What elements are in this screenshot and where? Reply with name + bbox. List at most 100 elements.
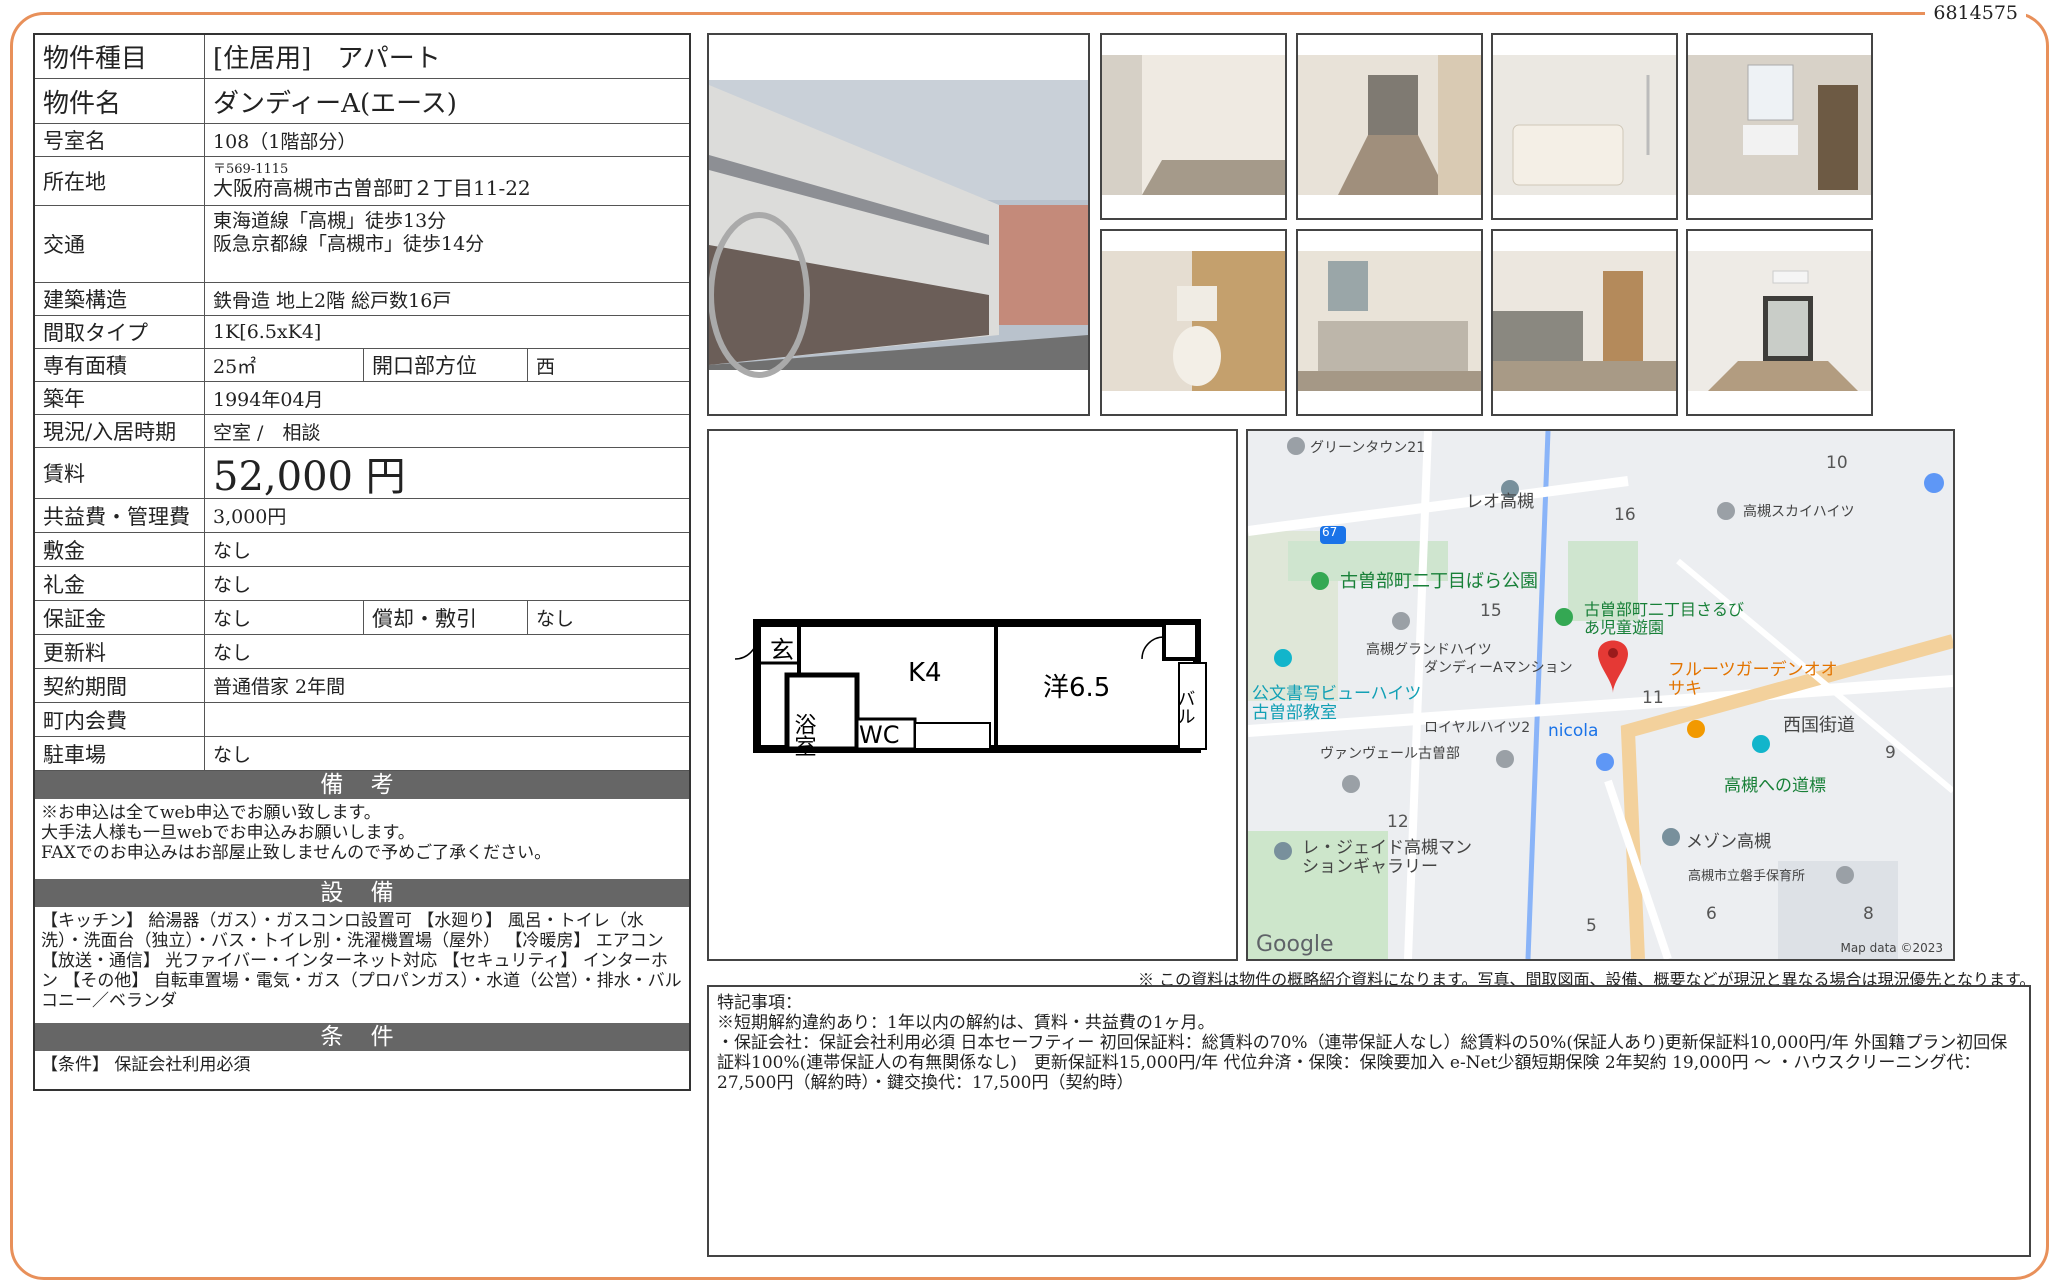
exterior-photo bbox=[707, 33, 1090, 416]
block-number-label: 12 bbox=[1387, 812, 1409, 832]
equipment-header: 設 備 bbox=[35, 879, 689, 907]
key-money-label: 礼金 bbox=[35, 567, 205, 600]
key-money-value: なし bbox=[213, 574, 252, 596]
structure-label: 建築構造 bbox=[35, 283, 205, 315]
map-place-label: 古曽部町二丁目さるびあ児童遊園 bbox=[1584, 600, 1745, 637]
remarks-line-3: FAXでのお申込みはお部屋止致しませんので予めご了承ください。 bbox=[41, 843, 552, 863]
washroom-photo bbox=[1686, 33, 1873, 220]
map-place-label: 高槻グランドハイツ bbox=[1366, 642, 1492, 658]
map-place-label: ロイヤルハイツ2 bbox=[1424, 720, 1531, 736]
type-value: [住居用] アパート bbox=[213, 44, 441, 74]
fee-value: 3,000円 bbox=[213, 506, 287, 528]
bathroom-photo bbox=[1491, 33, 1678, 220]
renewal-label: 更新料 bbox=[35, 635, 205, 668]
conditions-body: 【条件】 保証会社利用必須 bbox=[41, 1055, 251, 1075]
parking-value: なし bbox=[213, 744, 252, 766]
layout-value: 1K[6.5xK4] bbox=[213, 321, 322, 343]
traffic-line-1: 東海道線「高槻」徒歩13分 bbox=[213, 210, 447, 232]
contract-value: 普通借家 2年間 bbox=[213, 676, 346, 698]
room-value: 108（1階部分） bbox=[213, 130, 357, 153]
conditions-header: 条 件 bbox=[35, 1023, 689, 1051]
parking-label: 駐車場 bbox=[35, 737, 205, 770]
area-label: 専有面積 bbox=[35, 349, 205, 381]
equipment-body: 【キッチン】 給湯器（ガス）・ガスコンロ設置可 【水廻り】 風呂・トイレ（水洗）… bbox=[41, 911, 682, 1011]
guarantee-value: なし bbox=[213, 608, 252, 630]
facing-label: 開口部方位 bbox=[363, 349, 527, 381]
location-map[interactable]: グリーンタウン21 レオ高槻高槻スカイハイツ古曽部町二丁目ばら公園古曽部町二丁目さ… bbox=[1246, 429, 1955, 961]
remarks-body: ※お申込は全てweb申込でお願い致します。 大手法人様も一旦webでお申込みお願… bbox=[35, 799, 689, 879]
map-place-label: レオ高槻 bbox=[1466, 492, 1534, 512]
route-number-badge: 67 bbox=[1322, 525, 1338, 539]
map-place-label: レ・ジェイド高槻マンションギャラリー bbox=[1302, 838, 1472, 877]
built-label: 築年 bbox=[35, 382, 205, 414]
plan-entrance-label: 玄 bbox=[770, 636, 794, 664]
room-photo bbox=[1686, 229, 1873, 416]
special-notes: 特記事項： ※短期解約違約あり：1年以内の解約は、賃料・共益費の1ヶ月。 ・保証… bbox=[707, 985, 2031, 1257]
rent-value: 52,000 円 bbox=[213, 454, 406, 500]
map-place-label: ダンディーAマンション bbox=[1424, 660, 1573, 676]
remarks-header: 備 考 bbox=[35, 771, 689, 799]
corridor-photo bbox=[1296, 33, 1483, 220]
guarantee-label: 保証金 bbox=[35, 601, 205, 634]
map-place-label: 高槻市立磐手保育所 bbox=[1688, 869, 1806, 884]
address-label: 所在地 bbox=[35, 157, 205, 205]
name-label: 物件名 bbox=[35, 79, 205, 123]
block-number-label: 9 bbox=[1885, 743, 1896, 763]
plan-balcony-label: バル bbox=[1175, 689, 1196, 725]
postal-code: 〒569-1115 bbox=[213, 162, 289, 177]
amort-label: 償却・敷引 bbox=[363, 601, 527, 634]
block-number-label: 5 bbox=[1586, 916, 1597, 936]
deposit-value: なし bbox=[213, 540, 252, 562]
map-place-label: 高槻スカイハイツ bbox=[1743, 504, 1855, 520]
map-place-label: ヴァンヴェール古曽部 bbox=[1320, 746, 1460, 762]
area-value: 25㎡ bbox=[213, 355, 257, 378]
facing-value: 西 bbox=[527, 349, 689, 381]
kitchen-photo bbox=[1296, 229, 1483, 416]
block-number-label: 15 bbox=[1480, 601, 1502, 621]
name-value: ダンディーA(エース) bbox=[213, 88, 457, 119]
built-value: 1994年04月 bbox=[213, 388, 324, 411]
remarks-line-1: ※お申込は全てweb申込でお願い致します。 bbox=[41, 803, 381, 823]
map-place-label: フルーツガーデンオオサキ bbox=[1668, 660, 1838, 699]
status-label: 現況/入居時期 bbox=[35, 415, 205, 447]
plan-kitchen-label: K4 bbox=[908, 658, 942, 688]
traffic-line-2: 阪急京都線「高槻市」徒歩14分 bbox=[213, 233, 485, 255]
google-logo: Google bbox=[1256, 932, 1334, 957]
map-place-label: 古曽部町二丁目ばら公園 bbox=[1340, 571, 1538, 592]
plan-bath-label: 浴室 bbox=[791, 713, 817, 757]
plan-western-room-label: 洋6.5 bbox=[1043, 673, 1110, 703]
structure-value: 鉄骨造 地上2階 総戸数16戸 bbox=[213, 289, 452, 312]
renewal-value: なし bbox=[213, 642, 252, 664]
town-fee-value bbox=[205, 703, 689, 736]
map-credit: Map data ©2023 bbox=[1840, 941, 1943, 955]
special-notes-line-1: ※短期解約違約あり：1年以内の解約は、賃料・共益費の1ヶ月。 bbox=[717, 1013, 1215, 1033]
remarks-line-2: 大手法人様も一旦webでお申込みお願いします。 bbox=[41, 823, 415, 843]
type-label: 物件種目 bbox=[35, 35, 205, 78]
map-place-label: nicola bbox=[1548, 721, 1599, 741]
block-number-label: 16 bbox=[1614, 505, 1636, 525]
deposit-label: 敷金 bbox=[35, 533, 205, 566]
block-number-label: 6 bbox=[1706, 904, 1717, 924]
block-number-label: 8 bbox=[1863, 904, 1874, 924]
status-value: 空室 / 相談 bbox=[213, 421, 321, 444]
address-value: 大阪府高槻市古曽部町２丁目11-22 bbox=[213, 176, 531, 200]
toilet-photo bbox=[1100, 229, 1287, 416]
floor-plan: 玄 浴室 WC K4 洋6.5 バル bbox=[707, 429, 1238, 961]
map-place-label: グリーンタウン21 bbox=[1310, 440, 1426, 456]
map-place-label: 西国街道 bbox=[1783, 715, 1855, 736]
fee-label: 共益費・管理費 bbox=[35, 499, 205, 532]
block-number-label: 11 bbox=[1642, 688, 1664, 708]
town-fee-label: 町内会費 bbox=[35, 703, 205, 736]
map-place-label: 高槻への道標 bbox=[1724, 776, 1826, 796]
special-notes-title: 特記事項： bbox=[717, 993, 802, 1013]
hallway-photo bbox=[1100, 33, 1287, 220]
map-place-label: メゾン高槻 bbox=[1686, 832, 1771, 852]
rent-label: 賃料 bbox=[35, 448, 205, 498]
amort-value: なし bbox=[527, 601, 689, 634]
layout-label: 間取タイプ bbox=[35, 316, 205, 348]
block-number-label: 10 bbox=[1826, 453, 1848, 473]
plan-wc-label: WC bbox=[859, 721, 900, 749]
room-label: 号室名 bbox=[35, 124, 205, 156]
map-place-label: 公文書写ビューハイツ古曽部教室 bbox=[1252, 684, 1422, 723]
kitchen-view-photo bbox=[1491, 229, 1678, 416]
